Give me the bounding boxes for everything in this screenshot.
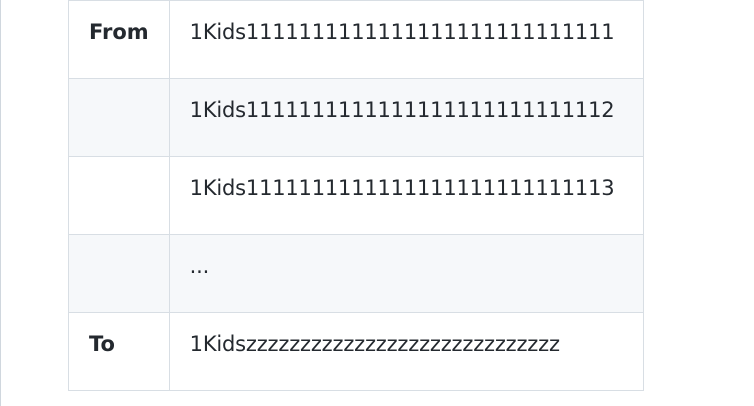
table-row: 1Kids1111111111111111111111111113 [68, 156, 644, 235]
address-cell: ... [168, 234, 644, 313]
address-value: ... [189, 254, 210, 278]
address-cell: 1Kidszzzzzzzzzzzzzzzzzzzzzzzzzzzzz [168, 312, 644, 391]
row-label-cell: To [68, 312, 170, 391]
address-value: 1Kids1111111111111111111111111113 [189, 176, 615, 200]
row-label-cell [68, 156, 170, 235]
row-label: To [89, 332, 115, 356]
row-label [89, 157, 149, 176]
row-label-cell [68, 78, 170, 157]
address-cell: 1Kids1111111111111111111111111112 [168, 78, 644, 157]
address-cell: 1Kids1111111111111111111111111111 [168, 0, 644, 79]
address-cell: 1Kids1111111111111111111111111113 [168, 156, 644, 235]
address-value: 1Kidszzzzzzzzzzzzzzzzzzzzzzzzzzzzz [189, 332, 560, 356]
address-value: 1Kids1111111111111111111111111112 [189, 98, 615, 122]
row-label: From [89, 20, 149, 44]
address-value: 1Kids1111111111111111111111111111 [189, 20, 615, 44]
row-label-cell [68, 234, 170, 313]
left-border [0, 0, 1, 406]
row-label [89, 79, 149, 98]
address-range-table: From 1Kids1111111111111111111111111111 1… [68, 0, 644, 391]
row-label [89, 235, 149, 254]
row-label-cell: From [68, 0, 170, 79]
table-row: ... [68, 234, 644, 313]
table-row: 1Kids1111111111111111111111111112 [68, 78, 644, 157]
table-row: To 1Kidszzzzzzzzzzzzzzzzzzzzzzzzzzzzz [68, 312, 644, 391]
table-row: From 1Kids1111111111111111111111111111 [68, 0, 644, 79]
